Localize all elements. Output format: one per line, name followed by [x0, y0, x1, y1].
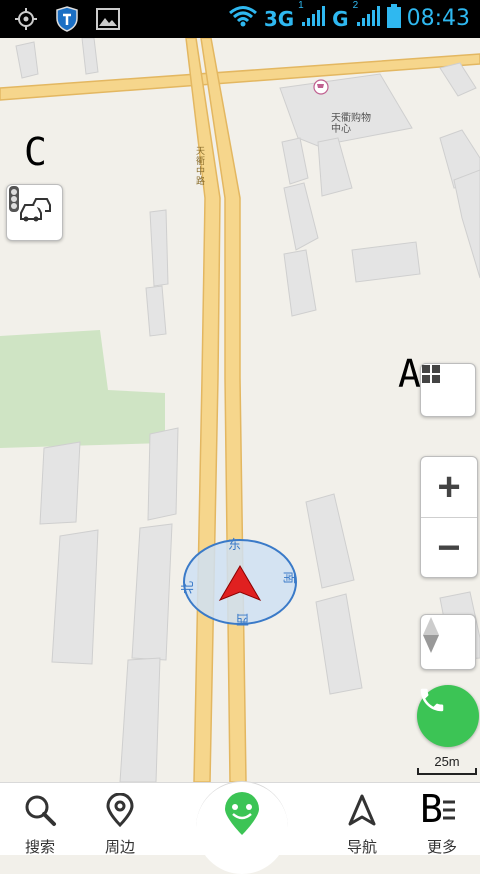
green-pin-icon	[223, 792, 261, 841]
wifi-icon	[228, 5, 258, 32]
layers-button[interactable]	[420, 363, 476, 417]
shopping-cart-icon	[313, 79, 329, 95]
scale-bar: 25m	[416, 754, 478, 776]
compass-south: 南	[282, 570, 298, 585]
zoom-control: + −	[420, 456, 478, 578]
network-3g-label: 3G	[263, 6, 295, 31]
sim1-label: 1	[298, 0, 304, 11]
center-nav-button[interactable]	[196, 781, 288, 874]
nav-search[interactable]: 搜索	[0, 783, 80, 856]
map-canvas[interactable]	[0, 38, 480, 782]
map-view[interactable]: 天衢购物中心 天衢中路 东 南 西 北 C A + − 25m	[0, 38, 480, 782]
clock: 08:43	[406, 6, 470, 31]
status-bar: 3G 1 G 2 08:43	[0, 0, 480, 38]
zoom-out-button[interactable]: −	[421, 518, 477, 578]
image-icon	[96, 8, 120, 35]
compass-east: 东	[228, 537, 242, 552]
shield-icon	[56, 6, 78, 37]
signal-icon-2: 2	[353, 0, 381, 33]
annotation-c: C	[24, 130, 47, 174]
annotation-a: A	[398, 352, 421, 396]
location-pin-icon	[103, 792, 137, 832]
gps-icon	[14, 7, 38, 36]
navigation-arrow-icon	[345, 793, 379, 832]
nav-navigate[interactable]: 导航	[322, 783, 402, 856]
traffic-button[interactable]	[6, 184, 63, 241]
zoom-in-button[interactable]: +	[421, 457, 477, 517]
compass-west: 西	[236, 612, 250, 627]
search-icon	[23, 793, 57, 832]
call-button[interactable]	[417, 685, 479, 747]
poi-label[interactable]: 天衢购物中心	[331, 113, 371, 135]
compass-north: 北	[180, 580, 196, 595]
compass-mode-button[interactable]	[420, 614, 476, 670]
bottom-nav: 搜索 周边 导航 更多 B	[0, 781, 480, 874]
road-label: 天衢中路	[196, 146, 206, 186]
battery-icon	[386, 4, 401, 33]
nav-nearby[interactable]: 周边	[80, 783, 160, 856]
annotation-b: B	[420, 787, 443, 831]
network-g-label: G	[332, 6, 349, 31]
signal-icon: 1	[298, 0, 326, 33]
sim2-label: 2	[352, 0, 359, 11]
